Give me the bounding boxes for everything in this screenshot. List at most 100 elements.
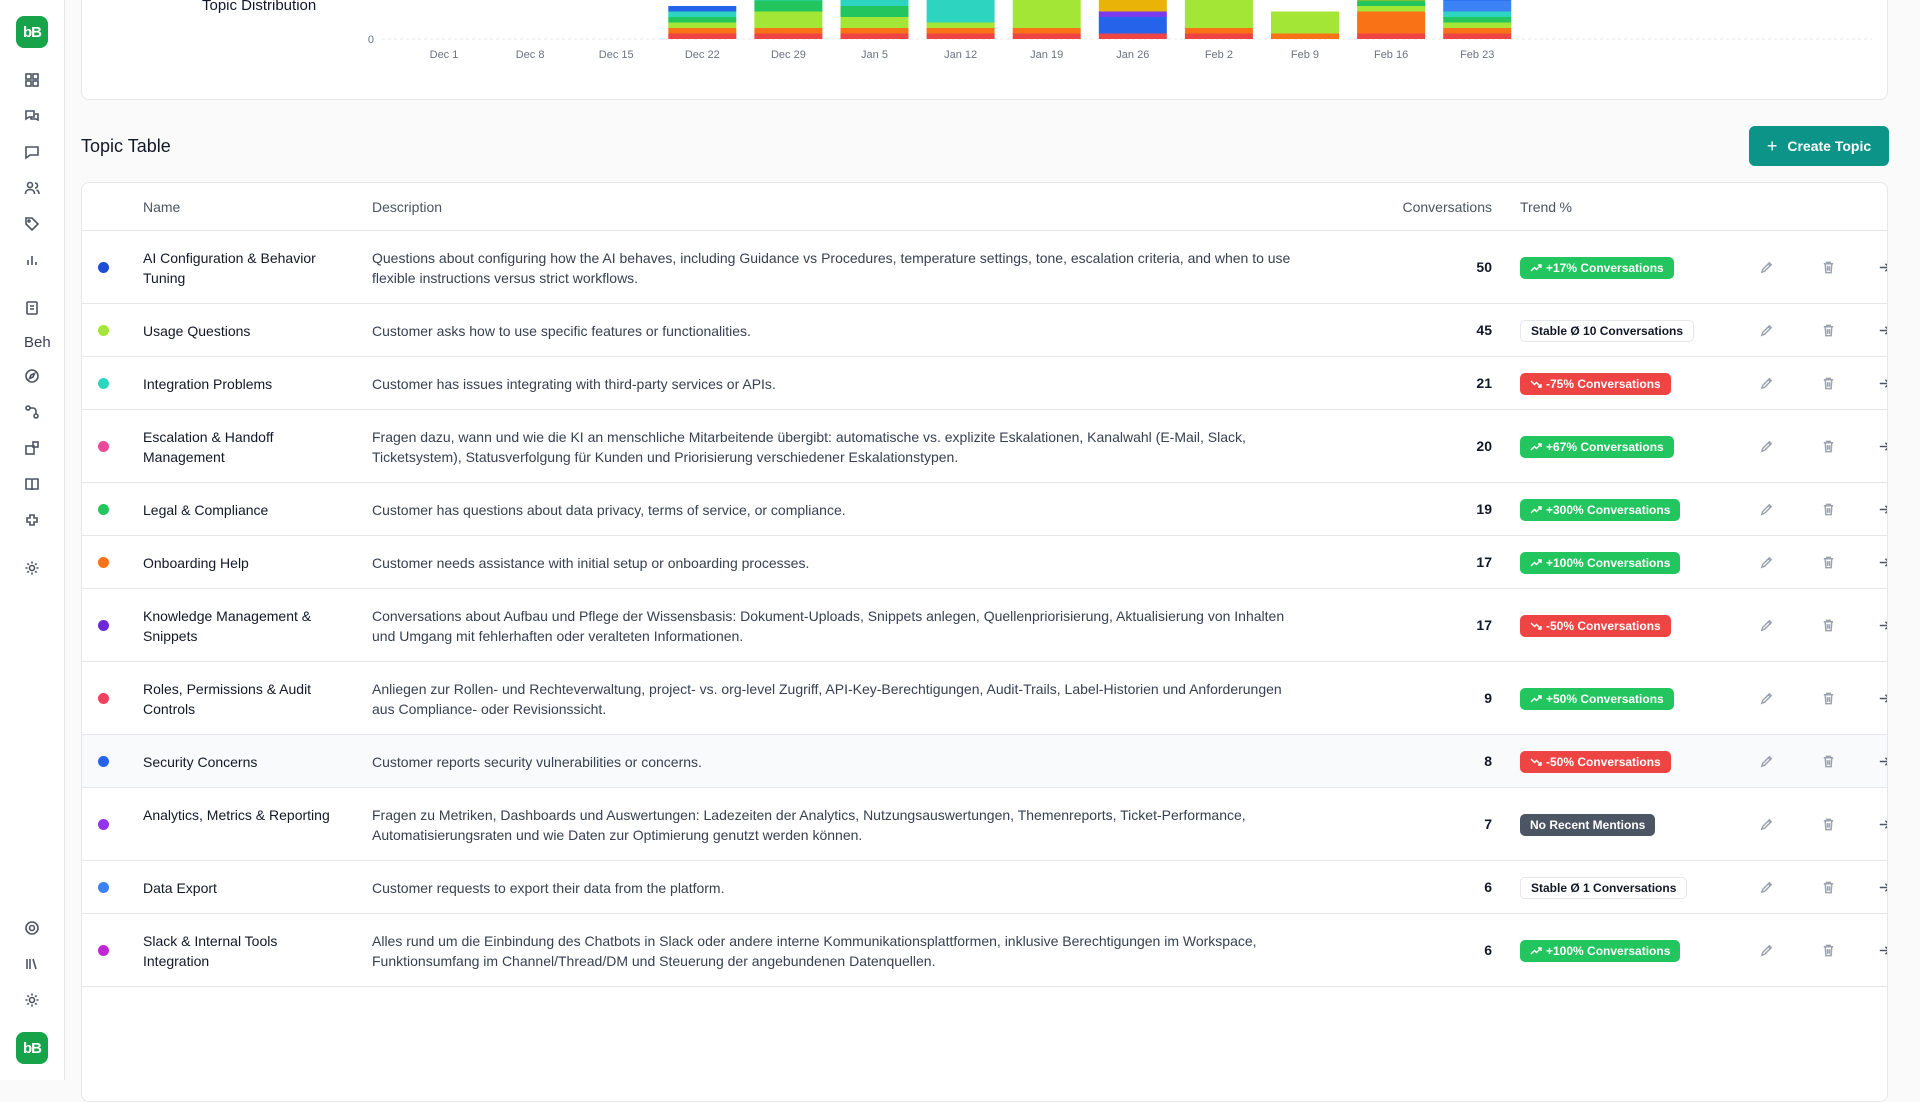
edit-icon[interactable] [1756, 689, 1776, 709]
table-row[interactable]: Data Export Customer requests to export t… [82, 861, 1887, 914]
edit-icon[interactable] [1756, 374, 1776, 394]
topic-name[interactable]: Escalation & Handoff Management [143, 427, 343, 467]
inbox-icon[interactable] [20, 104, 44, 128]
chart-bar-segment [926, 33, 995, 39]
arrow-right-icon[interactable] [1874, 437, 1887, 457]
trash-icon[interactable] [1818, 878, 1838, 898]
edit-icon[interactable] [1756, 752, 1776, 772]
table-row[interactable]: Roles, Permissions & Audit Controls Anlie… [82, 662, 1887, 735]
conversation-count: 50 [1476, 258, 1492, 275]
trash-icon[interactable] [1818, 815, 1838, 835]
create-topic-button[interactable]: + Create Topic [1749, 126, 1889, 166]
chart-bar-segment [754, 33, 823, 39]
dashboard-icon[interactable] [20, 68, 44, 92]
arrow-right-icon[interactable] [1874, 689, 1887, 709]
topic-name[interactable]: Security Concerns [143, 752, 343, 772]
arrow-right-icon[interactable] [1874, 752, 1887, 772]
topic-name[interactable]: Integration Problems [143, 374, 343, 394]
topic-name[interactable]: Data Export [143, 878, 343, 898]
trash-icon[interactable] [1818, 941, 1838, 961]
settings-icon[interactable] [20, 556, 44, 580]
trash-icon[interactable] [1818, 258, 1838, 278]
support-icon[interactable] [20, 916, 44, 940]
trash-icon[interactable] [1818, 689, 1838, 709]
edit-icon[interactable] [1756, 815, 1776, 835]
edit-icon[interactable] [1756, 258, 1776, 278]
edit-icon[interactable] [1756, 616, 1776, 636]
arrow-right-icon[interactable] [1874, 815, 1887, 835]
trash-icon[interactable] [1818, 553, 1838, 573]
trash-icon[interactable] [1818, 374, 1838, 394]
topic-name[interactable]: Knowledge Management & Snippets [143, 606, 343, 646]
book-icon[interactable] [20, 472, 44, 496]
chart-bar-segment [1443, 17, 1512, 23]
x-tick-label: Dec 8 [516, 49, 545, 61]
topic-description: Customer has issues integrating with thi… [372, 375, 776, 392]
conversation-count: 19 [1476, 500, 1492, 517]
x-tick-label: Dec 15 [599, 49, 634, 61]
arrow-right-icon[interactable] [1874, 374, 1887, 394]
arrow-right-icon[interactable] [1874, 321, 1887, 341]
table-row[interactable]: Slack & Internal Tools Integration Alles … [82, 914, 1887, 987]
trash-icon[interactable] [1818, 500, 1838, 520]
table-row[interactable]: AI Configuration & Behavior Tuning Questi… [82, 231, 1887, 304]
header-name[interactable]: Name [143, 199, 180, 215]
header-conversations[interactable]: Conversations [1372, 199, 1493, 215]
library-icon[interactable] [20, 952, 44, 976]
table-row[interactable]: Analytics, Metrics & Reporting Fragen zu … [82, 788, 1887, 861]
arrow-right-icon[interactable] [1874, 878, 1887, 898]
notebook-icon[interactable] [20, 296, 44, 320]
topic-name[interactable]: Roles, Permissions & Audit Controls [143, 679, 343, 719]
arrow-right-icon[interactable] [1874, 616, 1887, 636]
table-row[interactable]: Legal & Compliance Customer has questions… [82, 483, 1887, 536]
users-icon[interactable] [20, 176, 44, 200]
topic-color-dot [98, 504, 109, 515]
compass-icon[interactable] [20, 364, 44, 388]
trend-up-icon [1530, 505, 1542, 513]
edit-icon[interactable] [1756, 941, 1776, 961]
edit-icon[interactable] [1756, 878, 1776, 898]
table-row[interactable]: Onboarding Help Customer needs assistance… [82, 536, 1887, 589]
topic-name[interactable]: Analytics, Metrics & Reporting [143, 805, 343, 825]
topic-description: Customer needs assistance with initial s… [372, 554, 810, 571]
trash-icon[interactable] [1818, 616, 1838, 636]
account-logo[interactable]: bB [16, 1032, 48, 1064]
bar-chart-icon[interactable] [20, 248, 44, 272]
topic-name[interactable]: Usage Questions [143, 321, 343, 341]
edit-icon[interactable] [1756, 500, 1776, 520]
trend-label: +100% Conversations [1546, 943, 1671, 958]
workflow-icon[interactable] [20, 400, 44, 424]
arrow-right-icon[interactable] [1874, 500, 1887, 520]
topic-color-dot [98, 557, 109, 568]
trash-icon[interactable] [1818, 752, 1838, 772]
x-tick-label: Dec 29 [771, 49, 806, 61]
chart-bar-segment [840, 17, 909, 28]
chart-bar-segment [1184, 28, 1253, 34]
trash-icon[interactable] [1818, 437, 1838, 457]
puzzle-icon[interactable] [20, 436, 44, 460]
arrow-right-icon[interactable] [1874, 553, 1887, 573]
arrow-right-icon[interactable] [1874, 258, 1887, 278]
edit-icon[interactable] [1756, 437, 1776, 457]
chart-bar-segment [1012, 33, 1081, 39]
plugin-icon[interactable] [20, 508, 44, 532]
edit-icon[interactable] [1756, 553, 1776, 573]
trash-icon[interactable] [1818, 321, 1838, 341]
edit-icon[interactable] [1756, 321, 1776, 341]
table-row[interactable]: Security Concerns Customer reports securi… [82, 735, 1887, 788]
topic-name[interactable]: Legal & Compliance [143, 500, 343, 520]
table-row[interactable]: Integration Problems Customer has issues … [82, 357, 1887, 410]
topic-name[interactable]: Slack & Internal Tools Integration [143, 931, 343, 971]
tag-icon[interactable] [20, 212, 44, 236]
app-logo[interactable]: bB [16, 16, 48, 48]
topic-name[interactable]: AI Configuration & Behavior Tuning [143, 248, 343, 288]
arrow-right-icon[interactable] [1874, 941, 1887, 961]
topic-name[interactable]: Onboarding Help [143, 553, 343, 573]
conversation-count: 6 [1484, 941, 1492, 958]
chat-icon[interactable] [20, 140, 44, 164]
table-row[interactable]: Knowledge Management & Snippets Conversat… [82, 589, 1887, 662]
conversation-count: 17 [1476, 616, 1492, 633]
table-row[interactable]: Escalation & Handoff Management Fragen da… [82, 410, 1887, 483]
table-row[interactable]: Usage Questions Customer asks how to use … [82, 304, 1887, 357]
gear-icon[interactable] [20, 988, 44, 1012]
